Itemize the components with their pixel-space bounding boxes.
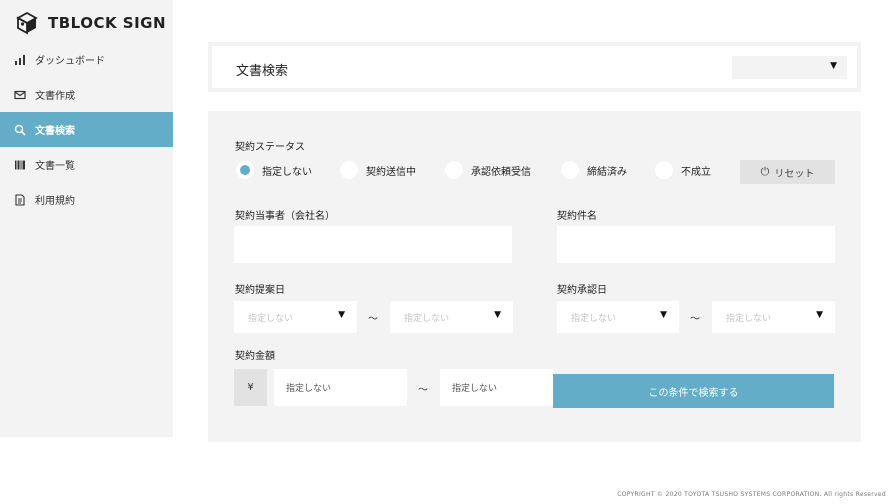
cube-logo-icon (14, 10, 40, 36)
approval-date-to-select[interactable]: 指定しない ▼ (712, 301, 835, 333)
approval-date-from-select[interactable]: 指定しない ▼ (557, 301, 679, 333)
page-header: 文書検索 ▼ (208, 42, 861, 92)
page-title: 文書検索 (236, 64, 289, 79)
app-root: TBLOCK SIGN ダッシュボード 文書作成 文書検索 文書一覧 利用規約 … (0, 0, 896, 504)
party-input[interactable] (234, 226, 512, 263)
radio-icon (561, 161, 579, 179)
sidebar-item-label: 文書作成 (35, 91, 75, 102)
select-placeholder: 指定しない (404, 314, 450, 324)
reset-label: リセット (774, 168, 815, 180)
bar-chart-icon (14, 54, 26, 66)
barcode-list-icon (14, 159, 26, 171)
radio-icon (340, 161, 358, 179)
range-tilde: ～ (690, 314, 700, 325)
status-radio-approval-received[interactable]: 承認依頼受信 (445, 161, 531, 179)
logo[interactable]: TBLOCK SIGN (14, 10, 166, 36)
status-label: 契約ステータス (235, 142, 305, 153)
amount-max-input[interactable]: 指定しない (440, 369, 553, 406)
radio-label: 不成立 (681, 166, 711, 178)
party-label: 契約当事者（会社名） (235, 211, 335, 222)
search-icon (14, 124, 26, 136)
search-form-panel: 契約ステータス 指定しない 契約送信中 承認依頼受信 締結済み 不成立 ⏻ リセ… (208, 111, 861, 442)
footer-copyright: COPYRIGHT © 2020 TOYOTA TSUSHO SYSTEMS C… (617, 491, 886, 498)
document-icon (14, 193, 26, 206)
caret-down-icon: ▼ (338, 310, 345, 320)
logo-text: TBLOCK SIGN (48, 14, 167, 32)
caret-down-icon: ▼ (494, 310, 501, 320)
sidebar-item-label: 利用規約 (35, 196, 75, 207)
select-placeholder: 指定しない (571, 314, 617, 324)
caret-down-icon: ▼ (830, 61, 837, 71)
proposal-date-from-select[interactable]: 指定しない ▼ (234, 301, 357, 333)
range-tilde: ～ (368, 314, 378, 325)
proposal-date-to-select[interactable]: 指定しない ▼ (390, 301, 513, 333)
radio-selected-icon (236, 161, 254, 179)
range-tilde: ～ (418, 385, 428, 396)
caret-down-icon: ▼ (816, 310, 823, 320)
sidebar-item-label: ダッシュボード (35, 56, 105, 67)
radio-label: 締結済み (587, 166, 627, 178)
header-dropdown[interactable]: ▼ (732, 56, 847, 79)
page-header-inner: 文書検索 ▼ (212, 46, 857, 88)
amount-min-input[interactable]: 指定しない (274, 369, 407, 406)
proposal-date-label: 契約提案日 (235, 285, 285, 296)
search-submit-button[interactable]: この条件で検索する (553, 374, 834, 408)
approval-date-label: 契約承認日 (557, 285, 607, 296)
currency-badge: ¥ (234, 369, 267, 406)
sidebar: TBLOCK SIGN ダッシュボード 文書作成 文書検索 文書一覧 利用規約 (0, 0, 173, 437)
status-radio-concluded[interactable]: 締結済み (561, 161, 627, 179)
reset-button[interactable]: ⏻ リセット (740, 160, 835, 184)
sidebar-item-dashboard[interactable]: ダッシュボード (0, 42, 173, 77)
status-radio-none[interactable]: 指定しない (236, 161, 312, 179)
status-radio-sending[interactable]: 契約送信中 (340, 161, 416, 179)
contract-name-label: 契約件名 (557, 211, 597, 222)
sidebar-item-document-list[interactable]: 文書一覧 (0, 147, 173, 182)
input-placeholder: 指定しない (452, 384, 498, 394)
radio-label: 指定しない (262, 166, 312, 178)
contract-name-input[interactable] (557, 226, 835, 263)
sidebar-item-label: 文書検索 (35, 126, 75, 137)
sidebar-nav: ダッシュボード 文書作成 文書検索 文書一覧 利用規約 (0, 42, 173, 217)
power-reset-icon: ⏻ (760, 165, 770, 178)
input-placeholder: 指定しない (286, 384, 332, 394)
select-placeholder: 指定しない (726, 314, 772, 324)
sidebar-item-label: 文書一覧 (35, 161, 75, 172)
caret-down-icon: ▼ (660, 310, 667, 320)
radio-label: 承認依頼受信 (471, 166, 531, 178)
radio-icon (445, 161, 463, 179)
radio-label: 契約送信中 (366, 166, 416, 178)
sidebar-item-search-document[interactable]: 文書検索 (0, 112, 173, 147)
select-placeholder: 指定しない (248, 314, 294, 324)
status-radio-failed[interactable]: 不成立 (655, 161, 711, 179)
amount-label: 契約金額 (235, 351, 275, 362)
sidebar-item-terms[interactable]: 利用規約 (0, 182, 173, 217)
sidebar-item-create-document[interactable]: 文書作成 (0, 77, 173, 112)
radio-icon (655, 161, 673, 179)
envelope-icon (14, 89, 26, 101)
